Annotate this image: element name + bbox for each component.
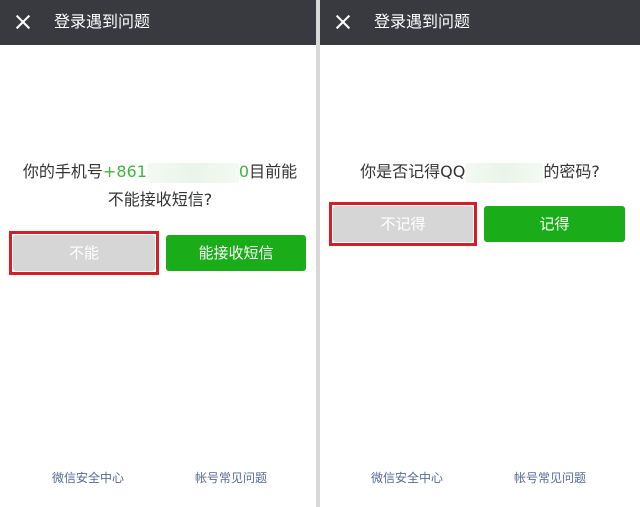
wechat-security-center-link[interactable]: 微信安全中心 xyxy=(52,470,124,486)
phone-number-prefix: +861 xyxy=(102,162,147,181)
phone-number-suffix: 0 xyxy=(238,162,250,181)
question-suffix: 目前能 xyxy=(249,162,298,181)
page-title: 登录遇到问题 xyxy=(374,12,471,31)
red-highlight-box xyxy=(9,231,159,275)
login-problem-screen-qq: 登录遇到问题 你是否记得QQ 的密码? 不记得 记得 微信安全中心 帐号常见问题 xyxy=(320,0,640,507)
page-title: 登录遇到问题 xyxy=(54,12,151,31)
title-bar: 登录遇到问题 xyxy=(0,0,316,45)
red-highlight-box xyxy=(329,202,477,246)
close-icon[interactable] xyxy=(332,11,354,33)
masked-phone-number xyxy=(146,162,239,183)
wechat-security-center-link[interactable]: 微信安全中心 xyxy=(371,470,443,486)
remember-button[interactable]: 记得 xyxy=(484,206,625,242)
close-icon[interactable] xyxy=(12,11,34,33)
phone-question: 你的手机号+861 0目前能 不能接收短信? xyxy=(14,158,306,214)
question-prefix: 你的手机号 xyxy=(22,162,103,181)
question-line-1: 你的手机号+861 0目前能 xyxy=(14,158,306,186)
can-receive-sms-button[interactable]: 能接收短信 xyxy=(166,235,306,271)
title-bar: 登录遇到问题 xyxy=(320,0,640,45)
question-line-2: 不能接收短信? xyxy=(107,190,213,209)
masked-qq-number xyxy=(465,162,544,183)
question-suffix: 的密码? xyxy=(543,162,600,181)
qq-question: 你是否记得QQ 的密码? xyxy=(334,158,626,186)
question-prefix: 你是否记得QQ xyxy=(360,162,466,181)
account-faq-link[interactable]: 帐号常见问题 xyxy=(514,470,586,486)
login-problem-screen-phone: 登录遇到问题 你的手机号+861 0目前能 不能接收短信? 不能 能接收短信 微信… xyxy=(0,0,316,507)
account-faq-link[interactable]: 帐号常见问题 xyxy=(195,470,267,486)
